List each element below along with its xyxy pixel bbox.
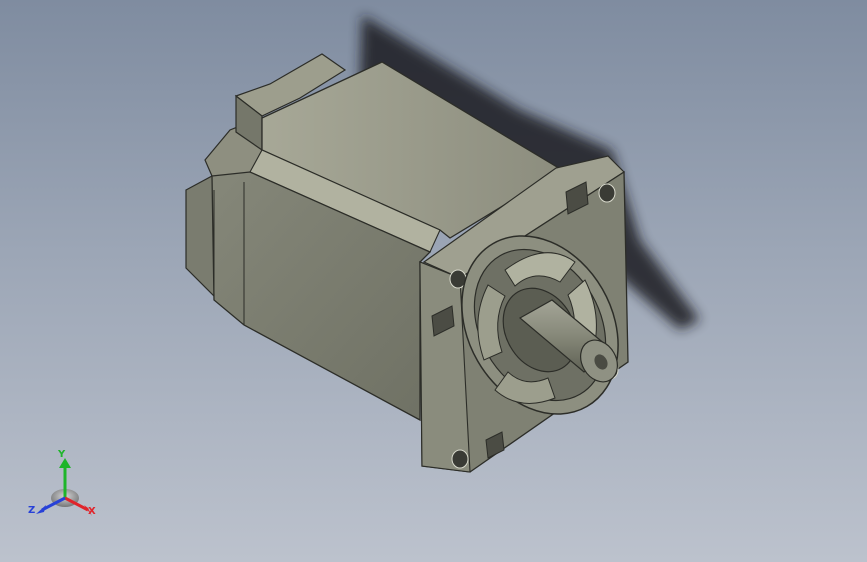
coordinate-triad[interactable]: Y X Z <box>28 450 102 522</box>
y-axis-label: Y <box>58 449 66 460</box>
graphics-viewport[interactable]: Y X Z <box>0 0 867 562</box>
z-axis-arrow <box>36 505 46 514</box>
z-axis-label: Z <box>28 505 36 516</box>
mounting-hole-top-right <box>598 183 616 203</box>
stepper-motor-model[interactable] <box>0 0 867 562</box>
x-axis-label: X <box>88 506 96 517</box>
mounting-hole-bottom-left <box>451 449 469 469</box>
